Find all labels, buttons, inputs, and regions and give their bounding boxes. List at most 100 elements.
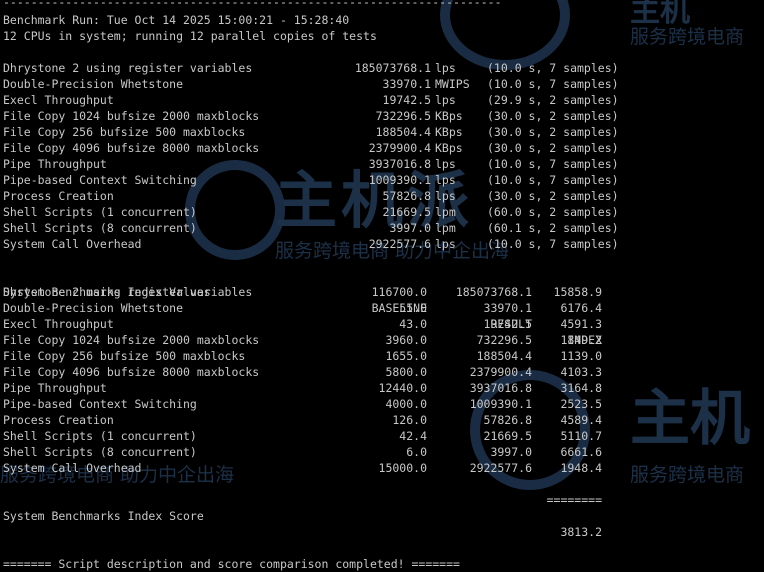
- index-row-baseline: 3960.0: [385, 333, 427, 347]
- test-value: 2922577.6: [368, 237, 431, 251]
- test-info: (10.0 s, 7 samples): [487, 77, 619, 91]
- index-row-baseline: 126.0: [392, 413, 427, 427]
- test-unit: KBps: [435, 141, 463, 155]
- test-name: Pipe-based Context Switching: [3, 173, 197, 187]
- top-rule: ----------------------------------------…: [3, 0, 502, 9]
- test-info: (10.0 s, 7 samples): [487, 157, 619, 171]
- index-row: Shell Scripts (1 concurrent) 42.4 21669.5 5…: [3, 428, 763, 444]
- test-info: (30.0 s, 2 samples): [487, 125, 619, 139]
- test-result-row: Process Creation 57826.8 lps (30.0 s, 2 sam…: [3, 188, 763, 204]
- index-row-index: 3164.8: [560, 381, 602, 395]
- index-row-name: File Copy 256 bufsize 500 maxblocks: [3, 349, 246, 363]
- test-info: (60.1 s, 2 samples): [487, 221, 619, 235]
- index-row-result: 2379900.4: [469, 365, 532, 379]
- index-row-result: 3997.0: [490, 445, 532, 459]
- test-result-row: File Copy 4096 bufsize 8000 maxblocks 237…: [3, 140, 763, 156]
- test-info: (10.0 s, 7 samples): [487, 173, 619, 187]
- index-row: File Copy 256 bufsize 500 maxblocks 1655.…: [3, 348, 763, 364]
- score-rule: ========: [3, 476, 763, 507]
- index-row-baseline: 116700.0: [371, 285, 427, 299]
- index-row: Execl Throughput 43.0 19742.5 4591.3: [3, 316, 763, 332]
- test-name: Shell Scripts (1 concurrent): [3, 205, 197, 219]
- test-unit: lps: [435, 61, 456, 75]
- test-value: 732296.5: [375, 109, 431, 123]
- score-value: 3813.2: [560, 525, 602, 539]
- index-row-index: 6661.6: [560, 445, 602, 459]
- test-info: (30.0 s, 2 samples): [487, 109, 619, 123]
- index-row-index: 6176.4: [560, 301, 602, 315]
- completion-line: ======= Script description and score com…: [3, 557, 460, 571]
- test-unit: lps: [435, 93, 456, 107]
- test-info: (30.0 s, 2 samples): [487, 189, 619, 203]
- index-row: File Copy 1024 bufsize 2000 maxblocks 396…: [3, 332, 763, 348]
- test-info: (60.0 s, 2 samples): [487, 205, 619, 219]
- test-value: 185073768.1: [354, 61, 431, 75]
- index-row-baseline: 4000.0: [385, 397, 427, 411]
- index-row-index: 4589.4: [560, 413, 602, 427]
- index-row-name: Pipe Throughput: [3, 381, 107, 395]
- index-row-name: File Copy 4096 bufsize 8000 maxblocks: [3, 365, 260, 379]
- index-row-name: File Copy 1024 bufsize 2000 maxblocks: [3, 333, 260, 347]
- index-row-index: 2523.5: [560, 397, 602, 411]
- test-result-row: Shell Scripts (1 concurrent) 21669.5 lpm (6…: [3, 204, 763, 220]
- test-info: (10.0 s, 7 samples): [487, 237, 619, 251]
- test-unit: lps: [435, 189, 456, 203]
- test-unit: KBps: [435, 109, 463, 123]
- index-row-name: Shell Scripts (8 concurrent): [3, 445, 197, 459]
- index-row: Process Creation 126.0 57826.8 4589.4: [3, 412, 763, 428]
- score-line: System Benchmarks Index Score 3813.2: [3, 492, 763, 539]
- index-row-index: 4591.3: [560, 317, 602, 331]
- index-row-result: 2922577.6: [469, 461, 532, 475]
- index-row-index: 1139.0: [560, 349, 602, 363]
- index-row: Pipe-based Context Switching 4000.0 100939…: [3, 396, 763, 412]
- index-row-index: 5110.7: [560, 429, 602, 443]
- cpu-count-line: 12 CPUs in system; running 12 parallel c…: [3, 29, 377, 43]
- index-row-index: 1948.4: [560, 461, 602, 475]
- index-row-result: 57826.8: [483, 413, 532, 427]
- test-name: File Copy 1024 bufsize 2000 maxblocks: [3, 109, 260, 123]
- test-unit: lps: [435, 237, 456, 251]
- test-result-row: File Copy 1024 bufsize 2000 maxblocks 732…: [3, 108, 763, 124]
- index-row-result: 732296.5: [476, 333, 532, 347]
- test-result-row: Execl Throughput 19742.5 lps (29.9 s, 2 sam…: [3, 92, 763, 108]
- test-name: Process Creation: [3, 189, 114, 203]
- index-row: File Copy 4096 bufsize 8000 maxblocks 580…: [3, 364, 763, 380]
- test-unit: MWIPS: [435, 77, 470, 91]
- index-row-index: 15858.9: [553, 285, 602, 299]
- test-name: Pipe Throughput: [3, 157, 107, 171]
- test-name: Shell Scripts (8 concurrent): [3, 221, 197, 235]
- index-row-name: Pipe-based Context Switching: [3, 397, 197, 411]
- test-name: System Call Overhead: [3, 237, 142, 251]
- index-row-result: 185073768.1: [455, 285, 532, 299]
- index-row-baseline: 6.0: [406, 445, 427, 459]
- index-row-result: 1009390.1: [469, 397, 532, 411]
- index-row-baseline: 15000.0: [378, 461, 427, 475]
- test-name: Dhrystone 2 using register variables: [3, 61, 253, 75]
- index-row: Shell Scripts (8 concurrent) 6.0 3997.0 666…: [3, 444, 763, 460]
- index-row-baseline: 42.4: [399, 429, 427, 443]
- index-row-name: Dhrystone 2 using register variables: [3, 285, 253, 299]
- test-info: (30.0 s, 2 samples): [487, 141, 619, 155]
- test-value: 3937016.8: [368, 157, 431, 171]
- index-row-baseline: 5800.0: [385, 365, 427, 379]
- index-row-name: Process Creation: [3, 413, 114, 427]
- test-info: (29.9 s, 2 samples): [487, 93, 619, 107]
- index-row-name: Execl Throughput: [3, 317, 114, 331]
- test-result-row: File Copy 256 bufsize 500 maxblocks 18850…: [3, 124, 763, 140]
- index-row-result: 188504.4: [476, 349, 532, 363]
- test-result-row: Dhrystone 2 using register variables 1850…: [3, 60, 763, 76]
- index-row-baseline: 12440.0: [378, 381, 427, 395]
- index-row-result: 19742.5: [483, 317, 532, 331]
- index-row-result: 33970.1: [483, 301, 532, 315]
- index-row-name: Shell Scripts (1 concurrent): [3, 429, 197, 443]
- index-row: Dhrystone 2 using register variables 1167…: [3, 284, 763, 300]
- test-value: 2379900.4: [368, 141, 431, 155]
- test-unit: lpm: [435, 221, 456, 235]
- index-row-index: 4103.3: [560, 365, 602, 379]
- index-row: Pipe Throughput 12440.0 3937016.8 3164.8: [3, 380, 763, 396]
- test-result-row: Double-Precision Whetstone 33970.1 MWIPS (1…: [3, 76, 763, 92]
- test-unit: lps: [435, 157, 456, 171]
- test-value: 188504.4: [375, 125, 431, 139]
- test-unit: KBps: [435, 125, 463, 139]
- terminal-output[interactable]: ----------------------------------------…: [0, 0, 764, 572]
